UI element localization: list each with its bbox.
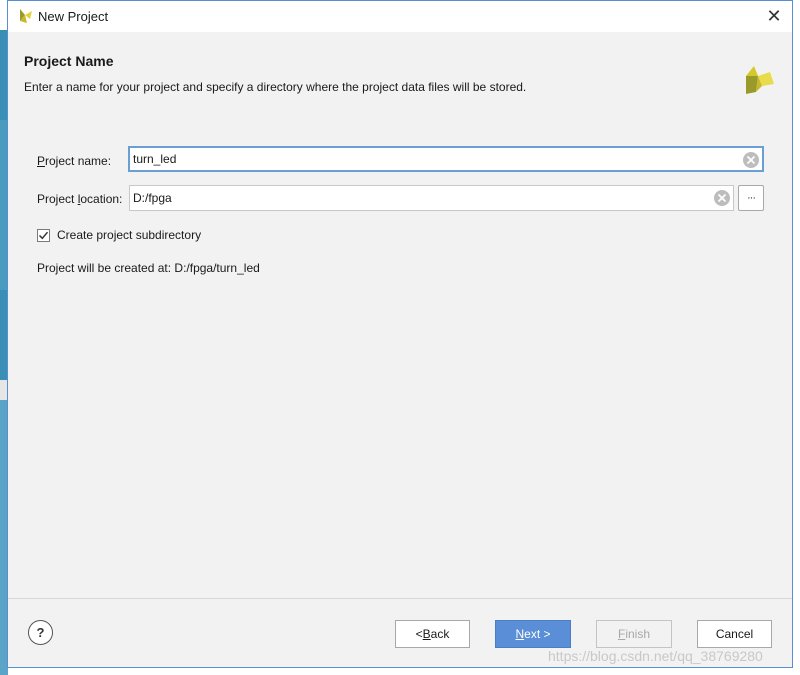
- watermark-text: https://blog.csdn.net/qq_38769280: [548, 648, 763, 664]
- checkmark-icon: [38, 231, 49, 239]
- page-title: Project Name: [24, 53, 114, 69]
- clear-icon[interactable]: [742, 151, 760, 169]
- footer-divider: [8, 598, 792, 599]
- title-bar: New Project ✕: [8, 1, 792, 32]
- project-name-field[interactable]: [128, 146, 764, 172]
- create-subdirectory-row[interactable]: Create project subdirectory: [37, 227, 201, 243]
- next-button[interactable]: Next >: [495, 620, 571, 648]
- create-subdirectory-checkbox[interactable]: [37, 228, 50, 242]
- page-subtitle: Enter a name for your project and specif…: [24, 80, 527, 94]
- cancel-button[interactable]: Cancel: [697, 620, 772, 648]
- new-project-dialog: New Project ✕ Project Name Enter a name …: [7, 0, 793, 668]
- project-name-row: Project name:: [37, 151, 111, 171]
- project-name-input[interactable]: [133, 152, 762, 166]
- browse-button[interactable]: ···: [738, 185, 764, 211]
- back-button[interactable]: < Back: [395, 620, 470, 648]
- project-name-label: Project name:: [37, 154, 112, 168]
- close-button[interactable]: ✕: [762, 4, 786, 28]
- project-location-field[interactable]: [129, 185, 734, 211]
- created-at-row: Project will be created at: D:/fpga/turn…: [37, 260, 260, 276]
- wizard-header: Project Name Enter a name for your proje…: [8, 32, 792, 114]
- ellipsis-icon: ···: [747, 192, 756, 204]
- help-button[interactable]: ?: [28, 620, 53, 645]
- finish-button[interactable]: Finish: [596, 620, 672, 648]
- project-location-row: Project location:: [37, 189, 122, 209]
- created-at-text: Project will be created at: D:/fpga/turn…: [37, 261, 260, 275]
- project-location-input[interactable]: [133, 191, 733, 205]
- question-icon: ?: [36, 625, 45, 640]
- window-title: New Project: [38, 9, 109, 24]
- wizard-content: Project name: Project location: ···: [8, 114, 792, 599]
- vivado-logo-icon: [746, 66, 774, 94]
- project-location-label: Project location:: [37, 192, 123, 206]
- vivado-logo-icon: [20, 9, 32, 23]
- clear-icon[interactable]: [713, 189, 731, 207]
- create-subdirectory-label: Create project subdirectory: [57, 228, 202, 242]
- close-icon: ✕: [766, 5, 782, 26]
